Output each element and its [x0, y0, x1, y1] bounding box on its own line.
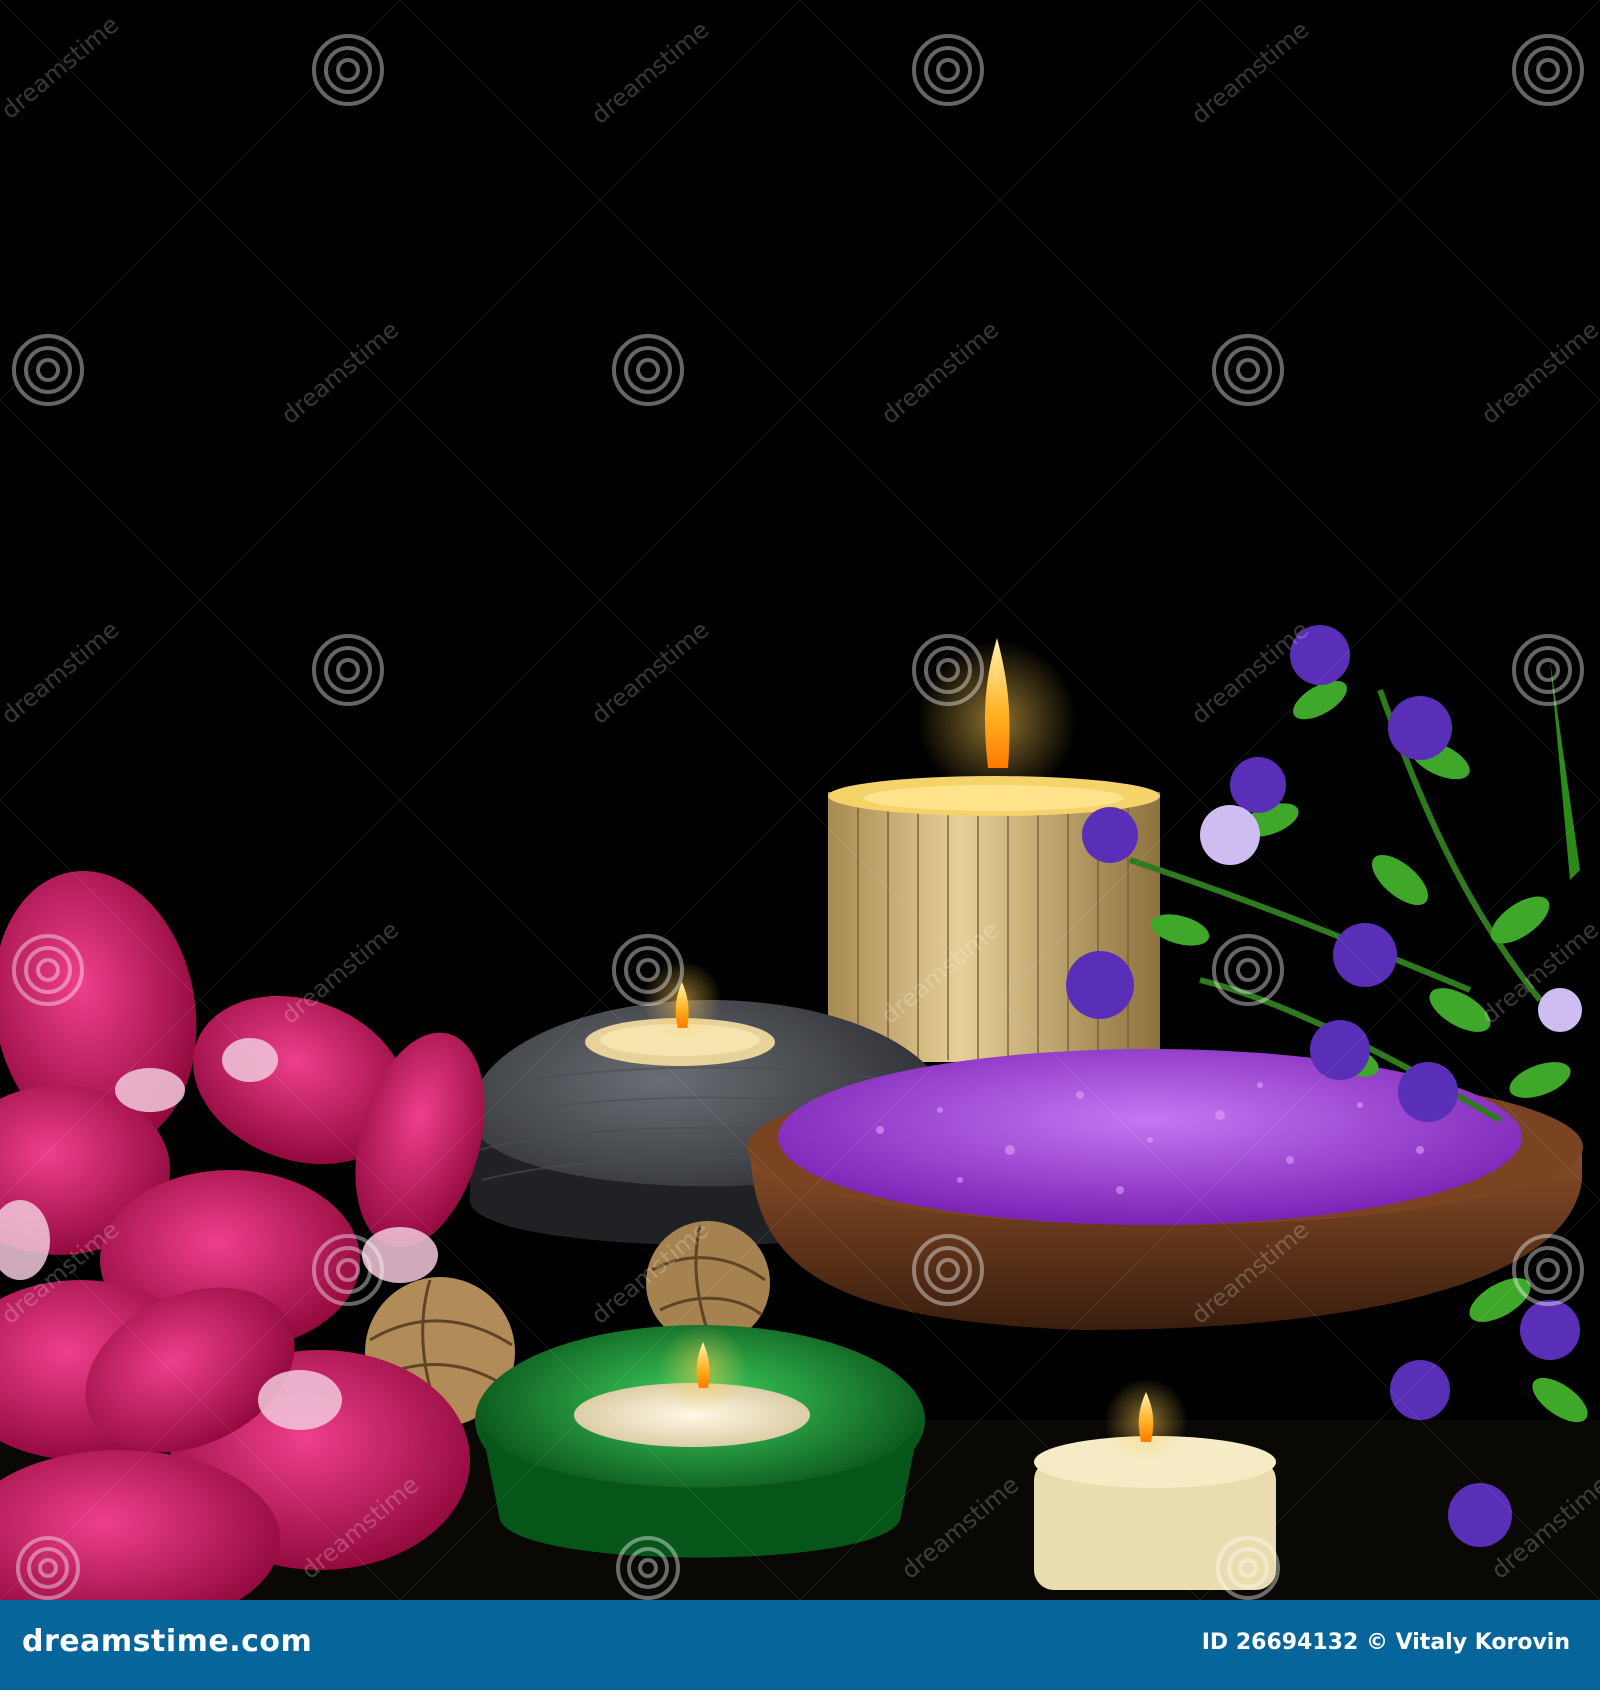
- image-credit: ID 26694132 © Vitaly Korovin: [1202, 1630, 1570, 1655]
- watermark-text: dreamstime: [876, 315, 1004, 429]
- watermark-text: dreamstime: [1476, 315, 1600, 429]
- watermark-text: dreamstime: [276, 315, 404, 429]
- image-id: ID 26694132: [1201, 1630, 1359, 1655]
- watermark-text: dreamstime: [586, 615, 714, 729]
- stock-footer-bar: dreamstime.com ID 26694132 © Vitaly Koro…: [0, 1600, 1600, 1690]
- cream-tealight: [1034, 1378, 1276, 1590]
- spa-photo: dreamstime dreamstime dreamstime dreamst…: [0, 0, 1600, 1600]
- dreamstime-logo[interactable]: dreamstime.com: [22, 1624, 312, 1659]
- watermark-text: dreamstime: [1186, 15, 1314, 129]
- orchids: [0, 871, 485, 1600]
- watermark-text: dreamstime: [586, 15, 714, 129]
- spa-scene: dreamstime dreamstime dreamstime dreamst…: [0, 0, 1600, 1600]
- author-credit: © Vitaly Korovin: [1365, 1630, 1570, 1655]
- green-glass-candle: [475, 1325, 925, 1558]
- watermark-text: dreamstime: [0, 615, 124, 729]
- watermark-text: dreamstime: [0, 10, 124, 124]
